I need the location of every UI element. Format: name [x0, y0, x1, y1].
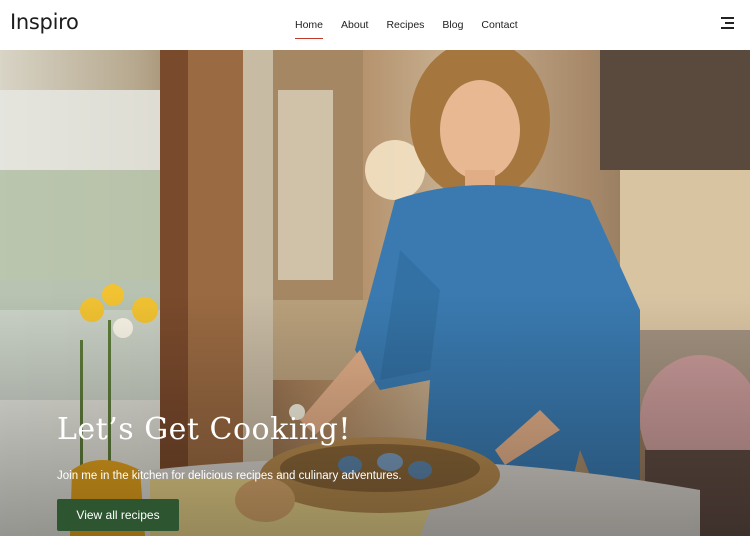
nav-item-home[interactable]: Home	[295, 15, 324, 39]
nav-item-recipes[interactable]: Recipes	[386, 15, 424, 35]
hero-gradient-overlay	[0, 50, 750, 536]
site-header: Inspiro Home About Recipes Blog Contact	[0, 0, 750, 50]
hero-title: Let’s Get Cooking!	[57, 412, 351, 447]
nav-item-contact[interactable]: Contact	[481, 15, 517, 35]
nav-item-blog[interactable]: Blog	[442, 15, 463, 35]
hamburger-menu-icon[interactable]	[721, 17, 734, 29]
main-nav: Home About Recipes Blog Contact	[295, 0, 536, 50]
nav-item-about[interactable]: About	[341, 15, 368, 35]
view-all-recipes-button[interactable]: View all recipes	[57, 499, 179, 531]
hero-section: Let’s Get Cooking! Join me in the kitche…	[0, 50, 750, 536]
hero-subtitle: Join me in the kitchen for delicious rec…	[57, 470, 402, 482]
site-logo[interactable]: Inspiro	[10, 10, 79, 34]
